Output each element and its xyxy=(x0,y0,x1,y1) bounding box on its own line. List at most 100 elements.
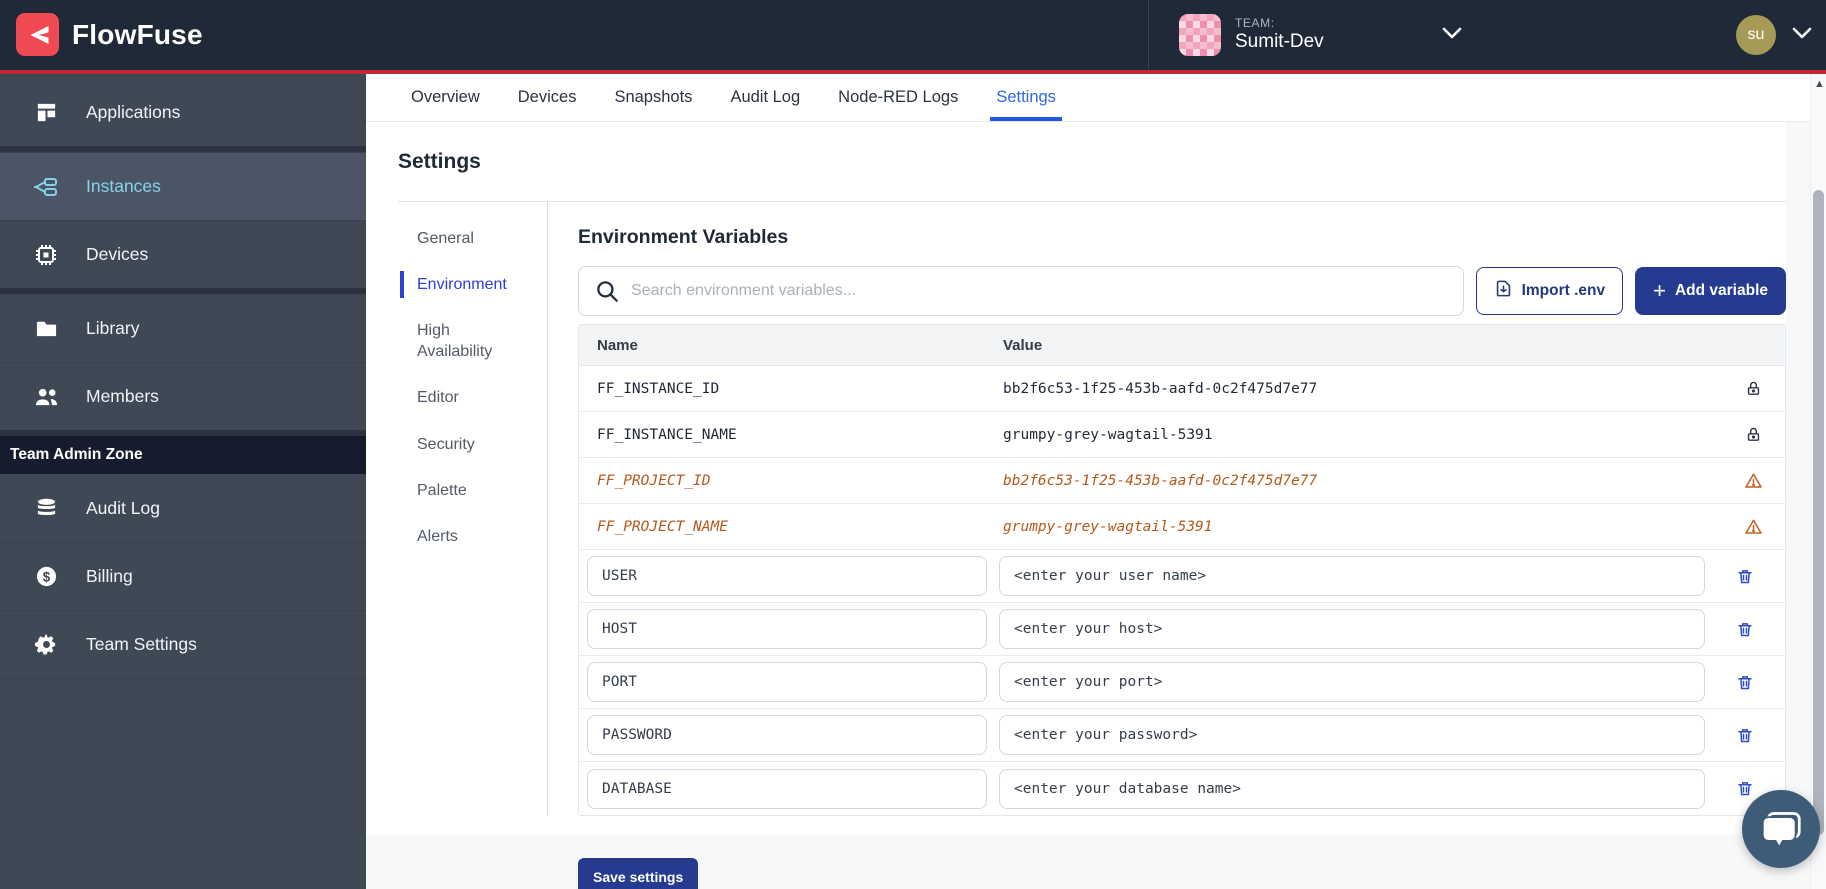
import-env-button[interactable]: Import .env xyxy=(1476,267,1624,315)
subnav-item-editor[interactable]: Editor xyxy=(398,387,528,408)
env-value: bb2f6c53-1f25-453b-aafd-0c2f475d7e77 xyxy=(1003,473,1721,489)
env-name-input[interactable] xyxy=(587,609,987,649)
table-row: FF_INSTANCE_ID bb2f6c53-1f25-453b-aafd-0… xyxy=(579,366,1785,412)
add-variable-button[interactable]: + Add variable xyxy=(1635,267,1786,315)
chevron-down-icon[interactable] xyxy=(1442,26,1462,44)
env-value-input[interactable] xyxy=(999,556,1705,596)
save-settings-button[interactable]: Save settings xyxy=(578,858,698,889)
top-header: FlowFuse TEAM: Sumit-Dev su xyxy=(0,0,1826,74)
tab-devices[interactable]: Devices xyxy=(518,74,577,121)
chevron-down-icon[interactable] xyxy=(1792,26,1812,44)
sidebar-item-devices[interactable]: Devices xyxy=(0,220,366,288)
instance-tabbar: Overview Devices Snapshots Audit Log Nod… xyxy=(366,74,1826,122)
table-header: Name Value xyxy=(579,325,1785,366)
tab-audit-log[interactable]: Audit Log xyxy=(730,74,800,121)
subnav-item-alerts[interactable]: Alerts xyxy=(398,526,528,547)
scrollbar-thumb[interactable] xyxy=(1813,190,1824,835)
main-content: Overview Devices Snapshots Audit Log Nod… xyxy=(366,74,1826,889)
flowfuse-logo[interactable]: FlowFuse xyxy=(16,13,203,56)
search-input[interactable] xyxy=(578,266,1464,316)
svg-text:$: $ xyxy=(42,569,50,584)
import-document-icon xyxy=(1494,279,1513,303)
sidebar-item-members[interactable]: Members xyxy=(0,362,366,430)
vertical-scrollbar[interactable]: ▲ xyxy=(1810,74,1826,889)
table-row-deprecated: FF_PROJECT_ID bb2f6c53-1f25-453b-aafd-0c… xyxy=(579,458,1785,504)
warning-icon xyxy=(1721,472,1785,490)
sidebar-item-team-settings[interactable]: Team Settings xyxy=(0,610,366,678)
delete-variable-button[interactable] xyxy=(1705,673,1785,692)
sidebar-item-audit-log[interactable]: Audit Log xyxy=(0,474,366,542)
folder-icon xyxy=(33,317,59,340)
lock-icon xyxy=(1721,380,1785,397)
env-name-input[interactable] xyxy=(587,769,987,809)
sidebar-item-library[interactable]: Library xyxy=(0,294,366,362)
applications-icon xyxy=(33,101,59,124)
settings-subnav: General Environment High Availability Ed… xyxy=(398,202,548,816)
dollar-icon: $ xyxy=(33,565,59,588)
scroll-up-arrow-icon[interactable]: ▲ xyxy=(1814,78,1825,90)
env-name: FF_INSTANCE_ID xyxy=(579,381,1003,397)
table-row-editable xyxy=(579,550,1785,603)
sidebar-item-label: Team Settings xyxy=(86,634,197,655)
sidebar-item-instances[interactable]: Instances xyxy=(0,152,366,220)
sidebar-item-applications[interactable]: Applications xyxy=(0,78,366,146)
database-icon xyxy=(33,497,59,520)
brand-name: FlowFuse xyxy=(72,19,203,51)
delete-variable-button[interactable] xyxy=(1705,620,1785,639)
tab-settings[interactable]: Settings xyxy=(996,74,1056,121)
subnav-item-palette[interactable]: Palette xyxy=(398,480,528,501)
env-value: grumpy-grey-wagtail-5391 xyxy=(1003,427,1721,443)
sidebar-item-label: Library xyxy=(86,318,140,339)
team-selector[interactable]: TEAM: Sumit-Dev su xyxy=(1148,0,1826,70)
delete-variable-button[interactable] xyxy=(1705,726,1785,745)
sidebar-item-label: Devices xyxy=(86,244,148,265)
sidebar: Applications Instances Devices Library xyxy=(0,74,366,889)
search-icon xyxy=(594,278,620,309)
env-value-input[interactable] xyxy=(999,662,1705,702)
subnav-item-environment[interactable]: Environment xyxy=(398,274,528,295)
users-icon xyxy=(33,385,59,408)
table-row-deprecated: FF_PROJECT_NAME grumpy-grey-wagtail-5391 xyxy=(579,504,1785,550)
subnav-item-high-availability[interactable]: High Availability xyxy=(398,320,528,362)
subnav-item-general[interactable]: General xyxy=(398,228,528,249)
gear-icon xyxy=(33,633,59,656)
plus-icon: + xyxy=(1653,280,1666,302)
chip-icon xyxy=(33,243,59,267)
tab-overview[interactable]: Overview xyxy=(411,74,480,121)
lock-icon xyxy=(1721,426,1785,443)
env-value-input[interactable] xyxy=(999,769,1705,809)
env-name-input[interactable] xyxy=(587,556,987,596)
env-name-input[interactable] xyxy=(587,715,987,755)
sidebar-item-billing[interactable]: $ Billing xyxy=(0,542,366,610)
team-caption: TEAM: xyxy=(1235,17,1324,31)
env-name: FF_PROJECT_ID xyxy=(579,473,1003,489)
user-menu[interactable]: su xyxy=(1736,15,1812,55)
table-row-editable xyxy=(579,762,1785,815)
column-header-value: Value xyxy=(1003,337,1721,354)
team-avatar xyxy=(1179,14,1221,56)
add-variable-label: Add variable xyxy=(1675,282,1768,300)
sidebar-item-label: Audit Log xyxy=(86,498,160,519)
chat-widget-button[interactable] xyxy=(1742,790,1820,868)
env-name: FF_INSTANCE_NAME xyxy=(579,427,1003,443)
instances-icon xyxy=(33,175,59,199)
subnav-item-security[interactable]: Security xyxy=(398,434,528,455)
env-value: bb2f6c53-1f25-453b-aafd-0c2f475d7e77 xyxy=(1003,381,1721,397)
env-name-input[interactable] xyxy=(587,662,987,702)
table-row-editable xyxy=(579,709,1785,762)
env-value: grumpy-grey-wagtail-5391 xyxy=(1003,519,1721,535)
warning-icon xyxy=(1721,518,1785,536)
tab-node-red-logs[interactable]: Node-RED Logs xyxy=(838,74,958,121)
tab-snapshots[interactable]: Snapshots xyxy=(614,74,692,121)
table-row-editable xyxy=(579,656,1785,709)
delete-variable-button[interactable] xyxy=(1705,567,1785,586)
env-value-input[interactable] xyxy=(999,715,1705,755)
sidebar-item-label: Members xyxy=(86,386,159,407)
team-admin-zone-label: Team Admin Zone xyxy=(0,436,366,474)
settings-panel: Settings General Environment High Availa… xyxy=(366,122,1786,835)
env-name: FF_PROJECT_NAME xyxy=(579,519,1003,535)
section-title: Environment Variables xyxy=(578,226,1786,249)
table-row: FF_INSTANCE_NAME grumpy-grey-wagtail-539… xyxy=(579,412,1785,458)
user-avatar[interactable]: su xyxy=(1736,15,1776,55)
env-value-input[interactable] xyxy=(999,609,1705,649)
